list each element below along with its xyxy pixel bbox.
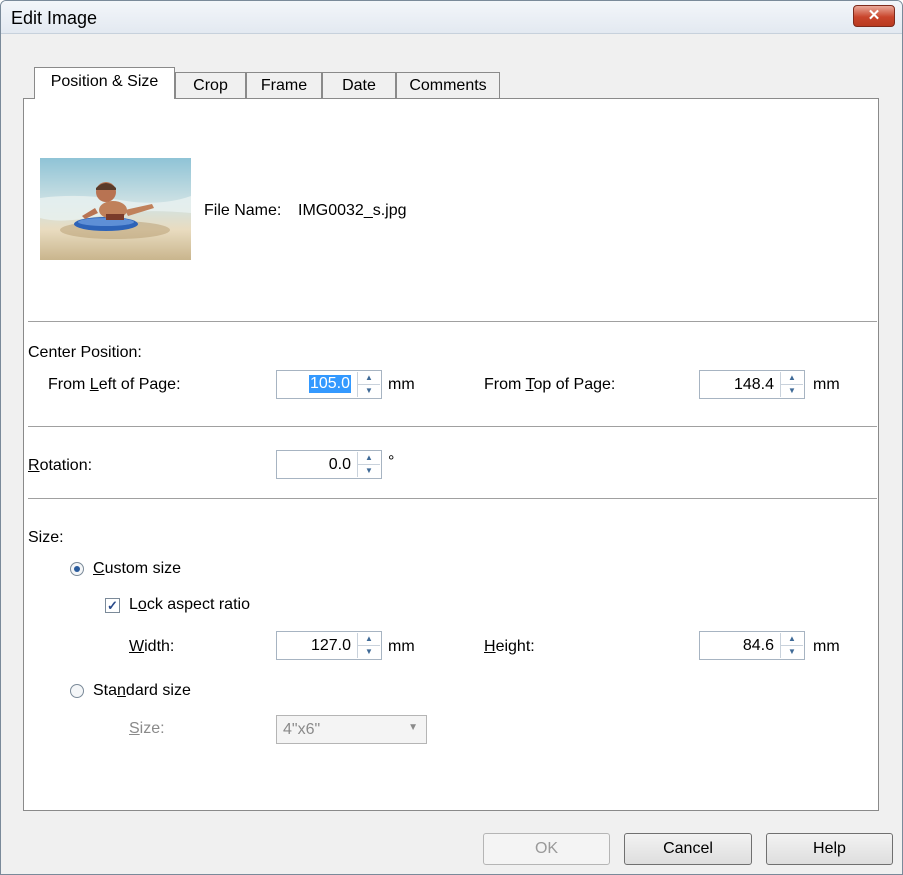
spin-buttons[interactable]: ▲ ▼ bbox=[357, 452, 380, 477]
std-size-dropdown[interactable]: 4"x6" ▼ bbox=[276, 715, 427, 744]
tab-comments[interactable]: Comments bbox=[396, 72, 500, 98]
spin-buttons[interactable]: ▲ ▼ bbox=[357, 372, 380, 397]
from-top-value[interactable]: 148.4 bbox=[734, 376, 774, 394]
spin-buttons[interactable]: ▲ ▼ bbox=[780, 372, 803, 397]
width-label: Width: bbox=[129, 638, 175, 655]
spin-down-icon[interactable]: ▼ bbox=[781, 385, 803, 397]
divider bbox=[28, 426, 877, 428]
spin-up-icon[interactable]: ▲ bbox=[781, 372, 803, 385]
spin-buttons[interactable]: ▲ ▼ bbox=[357, 633, 380, 658]
from-left-value[interactable]: 105.0 bbox=[308, 375, 351, 393]
spin-up-icon[interactable]: ▲ bbox=[781, 633, 803, 646]
close-icon: ✕ bbox=[867, 7, 881, 24]
standard-size-radio[interactable] bbox=[70, 684, 84, 698]
file-name-value: IMG0032_s.jpg bbox=[298, 202, 407, 219]
center-position-heading: Center Position: bbox=[28, 344, 142, 361]
tab-label: Position & Size bbox=[50, 73, 159, 90]
tab-label: Frame bbox=[260, 77, 308, 94]
spin-up-icon[interactable]: ▲ bbox=[358, 452, 380, 465]
width-value[interactable]: 127.0 bbox=[311, 637, 351, 655]
unit-label: mm bbox=[388, 638, 415, 655]
from-top-spinner[interactable]: 148.4 ▲ ▼ bbox=[699, 370, 805, 399]
standard-size-label[interactable]: Standard size bbox=[93, 682, 191, 700]
from-top-label: From Top of Page: bbox=[484, 376, 616, 393]
rotation-spinner[interactable]: 0.0 ▲ ▼ bbox=[276, 450, 382, 479]
spin-down-icon[interactable]: ▼ bbox=[358, 646, 380, 658]
divider bbox=[28, 321, 877, 323]
lock-aspect-label[interactable]: Lock aspect ratio bbox=[129, 596, 250, 614]
window-title: Edit Image bbox=[11, 8, 98, 28]
close-button[interactable]: ✕ bbox=[853, 5, 895, 27]
width-spinner[interactable]: 127.0 ▲ ▼ bbox=[276, 631, 382, 660]
height-spinner[interactable]: 84.6 ▲ ▼ bbox=[699, 631, 805, 660]
cancel-button[interactable]: Cancel bbox=[624, 833, 752, 865]
lock-aspect-checkbox[interactable]: ✓ bbox=[105, 598, 120, 613]
height-value[interactable]: 84.6 bbox=[743, 637, 774, 655]
std-size-label: Size: bbox=[129, 720, 165, 737]
ok-button[interactable]: OK bbox=[483, 833, 610, 865]
rotation-label: Rotation: bbox=[28, 457, 93, 474]
height-label: Height: bbox=[484, 638, 535, 655]
unit-label: mm bbox=[388, 376, 415, 393]
size-heading: Size: bbox=[28, 529, 64, 546]
spin-up-icon[interactable]: ▲ bbox=[358, 372, 380, 385]
check-icon: ✓ bbox=[107, 598, 118, 613]
tab-date[interactable]: Date bbox=[322, 72, 396, 98]
custom-size-radio[interactable] bbox=[70, 562, 84, 576]
title-bar[interactable]: Edit Image ✕ bbox=[1, 1, 902, 34]
tab-label: Date bbox=[342, 77, 376, 94]
from-left-spinner[interactable]: 105.0 ▲ ▼ bbox=[276, 370, 382, 399]
tab-label: Comments bbox=[409, 77, 487, 94]
edit-image-dialog: Edit Image ✕ Position & Size Crop Frame … bbox=[0, 0, 903, 875]
from-left-label: From Left of Page: bbox=[48, 376, 181, 393]
tab-frame[interactable]: Frame bbox=[246, 72, 322, 98]
chevron-down-icon[interactable]: ▼ bbox=[408, 722, 418, 733]
custom-size-label[interactable]: Custom size bbox=[93, 560, 181, 578]
file-name-label: File Name: bbox=[204, 202, 282, 219]
rotation-value[interactable]: 0.0 bbox=[329, 456, 351, 474]
image-thumbnail bbox=[40, 158, 191, 260]
std-size-value: 4"x6" bbox=[283, 721, 321, 738]
help-button[interactable]: Help bbox=[766, 833, 893, 865]
spin-buttons[interactable]: ▲ ▼ bbox=[780, 633, 803, 658]
unit-label: mm bbox=[813, 638, 840, 655]
spin-down-icon[interactable]: ▼ bbox=[358, 465, 380, 477]
unit-label: mm bbox=[813, 376, 840, 393]
tab-label: Crop bbox=[193, 77, 228, 94]
degree-unit-label: ° bbox=[388, 453, 395, 470]
divider bbox=[28, 498, 877, 500]
spin-up-icon[interactable]: ▲ bbox=[358, 633, 380, 646]
spin-down-icon[interactable]: ▼ bbox=[358, 385, 380, 397]
tab-crop[interactable]: Crop bbox=[175, 72, 246, 98]
spin-down-icon[interactable]: ▼ bbox=[781, 646, 803, 658]
tab-position-size[interactable]: Position & Size bbox=[34, 67, 175, 99]
